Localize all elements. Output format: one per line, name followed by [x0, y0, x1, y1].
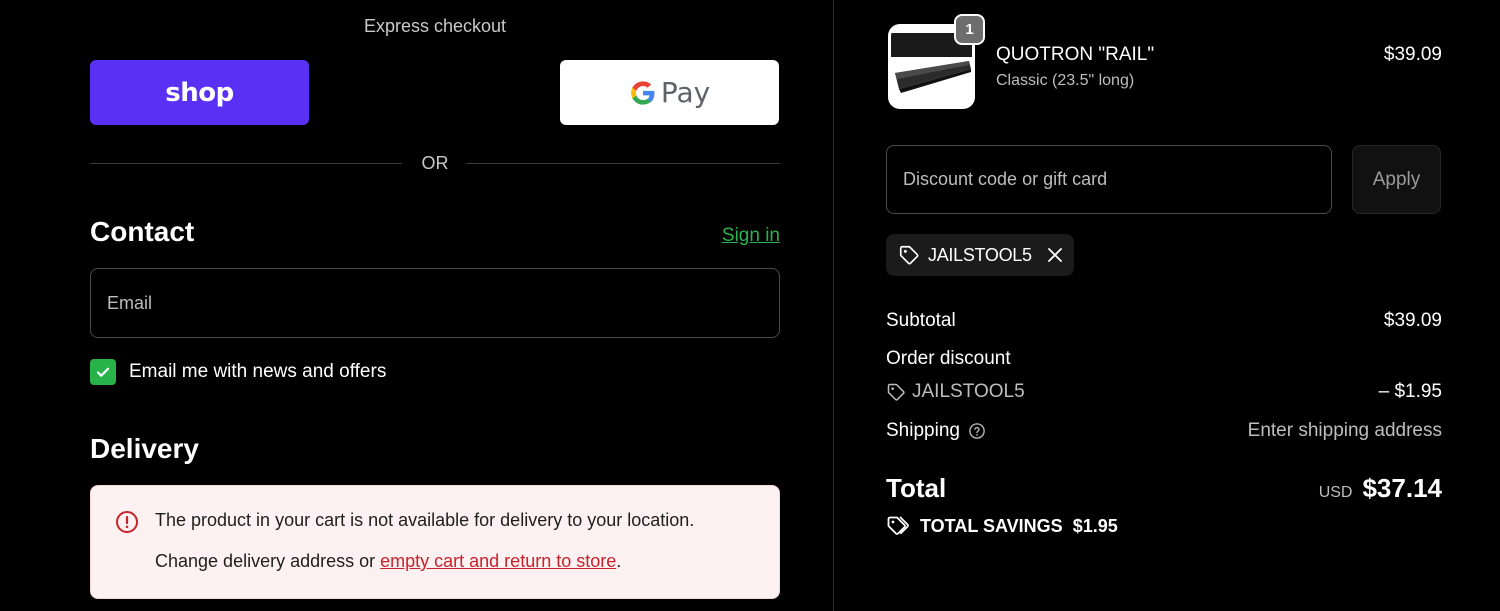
shipping-value: Enter shipping address — [1247, 420, 1442, 441]
total-value: $37.14 — [1362, 473, 1442, 503]
contact-title: Contact — [90, 216, 195, 247]
currency-code: USD — [1318, 484, 1353, 501]
discount-value: – $1.95 — [1378, 381, 1442, 402]
google-g-icon — [630, 80, 655, 105]
delivery-error-help: Change delivery address or empty cart an… — [155, 551, 621, 572]
google-pay-label: Pay — [660, 76, 711, 109]
empty-cart-link[interactable]: empty cart and return to store — [380, 551, 616, 571]
total-amount: USD $37.14 — [1319, 473, 1442, 504]
alert-circle-icon — [116, 511, 138, 533]
express-checkout-title: Express checkout — [363, 16, 507, 36]
discount-code-row: JAILSTOOL5 — [886, 381, 1025, 403]
savings-value: $1.95 — [1072, 515, 1118, 536]
separator-line-right — [466, 163, 780, 164]
newsletter-checkbox[interactable] — [90, 359, 116, 385]
tags-icon — [887, 516, 909, 535]
order-discount-label: Order discount — [886, 348, 1011, 369]
order-summary: 1 QUOTRON "RAIL" Classic (23.5" long) $3… — [834, 0, 1500, 611]
close-icon — [1048, 248, 1062, 262]
savings-label: TOTAL SAVINGS — [920, 515, 1063, 536]
newsletter-label: Email me with news and offers — [129, 361, 387, 382]
subtotal-value: $39.09 — [1383, 310, 1442, 331]
google-pay-button[interactable]: Pay — [560, 60, 779, 125]
newsletter-checkbox-row[interactable]: Email me with news and offers — [90, 359, 386, 385]
tag-icon — [887, 383, 905, 401]
delivery-error-banner: The product in your cart is not availabl… — [90, 485, 780, 599]
question-circle-icon[interactable] — [968, 422, 986, 440]
checkmark-icon — [96, 367, 110, 377]
remove-discount-button[interactable] — [1046, 246, 1064, 264]
shop-pay-button[interactable]: shop — [90, 60, 309, 125]
applied-discount-code: JAILSTOOL5 — [928, 244, 1032, 265]
product-variant: Classic (23.5" long) — [996, 72, 1135, 89]
checkout-form: Express checkout shop Pay OR Contact Sig… — [0, 0, 833, 611]
discount-code-label: JAILSTOOL5 — [912, 381, 1025, 402]
delivery-title: Delivery — [90, 433, 199, 464]
or-separator: OR — [90, 152, 780, 176]
applied-discount-chip: JAILSTOOL5 — [886, 234, 1074, 276]
email-field[interactable] — [90, 268, 780, 338]
subtotal-label: Subtotal — [886, 310, 956, 331]
shop-pay-label: shop — [165, 77, 234, 108]
apply-discount-button[interactable]: Apply — [1352, 145, 1441, 214]
sign-in-link[interactable]: Sign in — [722, 225, 780, 247]
product-name: QUOTRON "RAIL" — [996, 44, 1155, 65]
shipping-label: Shipping — [886, 420, 960, 441]
delivery-error-message: The product in your cart is not availabl… — [155, 510, 695, 530]
error-help-prefix: Change delivery address or — [155, 551, 381, 571]
error-help-suffix: . — [616, 551, 622, 571]
product-price: $39.09 — [1383, 44, 1442, 65]
total-label: Total — [886, 473, 947, 503]
quantity-badge: 1 — [954, 14, 985, 45]
discount-code-input[interactable] — [886, 145, 1332, 214]
tag-icon — [899, 245, 919, 265]
total-savings: TOTAL SAVINGS $1.95 — [886, 514, 1118, 538]
shipping-row: Shipping — [886, 420, 986, 442]
